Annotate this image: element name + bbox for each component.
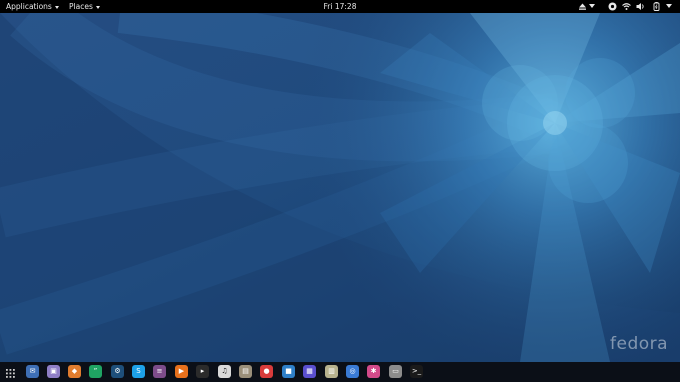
system-tray[interactable] [570,0,680,13]
settings-icon[interactable]: ✱ [367,365,380,378]
photos-icon[interactable]: ▣ [47,365,60,378]
battery-icon[interactable] [652,2,661,11]
files-icon[interactable]: ■ [282,365,295,378]
media-player-icon[interactable]: ▶ [175,365,188,378]
terminal-play-icon[interactable]: ▸ [196,365,209,378]
console-icon[interactable]: >_ [410,365,423,378]
wifi-icon[interactable] [622,2,631,11]
dock: ✉ ▣ ◆ ” ⚙ S ≡ ▶ ▸ ♫ ▤ ● ■ ▦ ▥ ◎ ✱ ▭ >_ [0,362,680,382]
music-icon[interactable]: ♫ [218,365,231,378]
hangouts-icon[interactable]: ” [89,365,102,378]
volume-icon[interactable] [636,2,645,11]
desktop: fedora Applications Places Fri 17:28 ✉ ▣… [0,0,680,382]
skype-icon[interactable]: S [132,365,145,378]
document-icon[interactable]: ▭ [389,365,402,378]
steam-icon[interactable]: ⚙ [111,365,124,378]
wallpaper [0,13,680,362]
accessibility-icon[interactable] [608,2,617,11]
notes-icon[interactable]: ▥ [325,365,338,378]
calendar-icon[interactable]: ▦ [303,365,316,378]
software-icon[interactable]: ◆ [68,365,81,378]
database-icon[interactable]: ≡ [153,365,166,378]
eject-icon[interactable] [578,2,587,11]
top-bar: Applications Places Fri 17:28 [0,0,680,13]
mail-icon[interactable]: ✉ [26,365,39,378]
maps-icon[interactable]: ● [260,365,273,378]
clock-label: Fri 17:28 [323,2,357,11]
chevron-down-icon[interactable] [589,4,595,13]
web-browser-icon[interactable]: ◎ [346,365,359,378]
fedora-logo: fedora [610,334,669,354]
show-apps-icon[interactable] [4,365,17,378]
archive-icon[interactable]: ▤ [239,365,252,378]
power-menu-icon[interactable] [666,4,672,13]
